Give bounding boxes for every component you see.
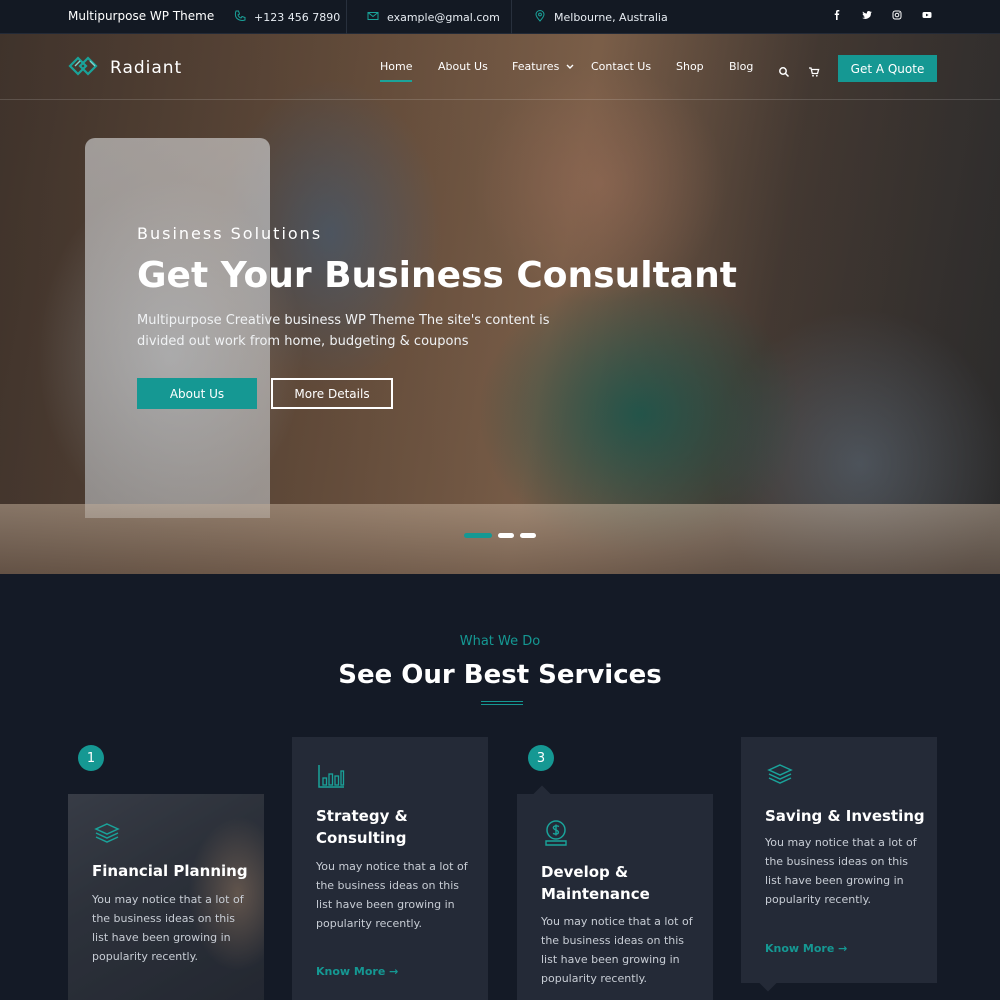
- hero-buttons: About Us More Details: [137, 378, 393, 409]
- social-links: [832, 10, 932, 20]
- layers-icon: [765, 761, 795, 791]
- service-title: Financial Planning: [92, 862, 248, 880]
- slider-dot[interactable]: [498, 533, 514, 538]
- step-number-badge: 1: [78, 745, 104, 771]
- service-description: You may notice that a lot of the busines…: [316, 860, 468, 930]
- service-title: Develop & Maintenance: [541, 863, 650, 903]
- about-us-button[interactable]: About Us: [137, 378, 257, 409]
- hero-slider: Radiant Home About Us Features Contact U…: [0, 34, 1000, 574]
- section-kicker: What We Do: [459, 634, 541, 649]
- more-details-button[interactable]: More Details: [271, 378, 393, 409]
- mail-icon: [367, 10, 379, 25]
- nav-item-blog[interactable]: Blog: [729, 60, 753, 73]
- phone-contact[interactable]: +123 456 7890: [234, 10, 340, 25]
- topbar-brand: Multipurpose WP Theme: [68, 9, 215, 23]
- location-text: Melbourne, Australia: [554, 11, 668, 24]
- service-card-strategy-consulting[interactable]: Strategy & Consulting You may notice tha…: [292, 737, 488, 1000]
- service-description: You may notice that a lot of the busines…: [541, 915, 693, 985]
- get-a-quote-button[interactable]: Get A Quote: [838, 55, 937, 82]
- service-card-saving-investing[interactable]: Saving & Investing You may notice that a…: [741, 737, 937, 983]
- nav-item-shop[interactable]: Shop: [676, 60, 704, 73]
- service-description: You may notice that a lot of the busines…: [92, 893, 244, 963]
- service-description: You may notice that a lot of the busines…: [765, 836, 917, 906]
- nav-item-home[interactable]: Home: [380, 60, 413, 82]
- dollar-coin-icon: [541, 818, 571, 848]
- hero-content: Business Solutions Get Your Business Con…: [137, 224, 737, 409]
- service-title: Strategy & Consulting: [316, 807, 408, 847]
- slider-dot[interactable]: [464, 533, 492, 538]
- phone-icon: [234, 10, 246, 25]
- know-more-link[interactable]: Know More →: [316, 965, 398, 978]
- main-navigation: Radiant Home About Us Features Contact U…: [0, 34, 1000, 100]
- step-number-badge: 3: [528, 745, 554, 771]
- title-underline: [481, 701, 523, 705]
- divider: [511, 0, 512, 34]
- search-icon[interactable]: [778, 63, 790, 78]
- slider-pagination: [464, 533, 536, 538]
- divider: [346, 0, 347, 34]
- instagram-icon[interactable]: [892, 10, 902, 20]
- slider-dot[interactable]: [520, 533, 536, 538]
- facebook-icon[interactable]: [832, 10, 842, 20]
- top-bar: Multipurpose WP Theme +123 456 7890 exam…: [0, 0, 1000, 34]
- hero-headline: Get Your Business Consultant: [137, 255, 737, 296]
- section-title: See Our Best Services: [338, 660, 662, 690]
- hero-eyebrow: Business Solutions: [137, 224, 323, 243]
- service-title: Saving & Investing: [765, 807, 925, 825]
- youtube-icon[interactable]: [922, 10, 932, 20]
- nav-item-contact-us[interactable]: Contact Us: [591, 60, 651, 73]
- know-more-link[interactable]: Know More →: [765, 942, 847, 955]
- nav-item-about-us[interactable]: About Us: [438, 60, 488, 73]
- hero-background-desk: [0, 504, 1000, 574]
- cart-icon[interactable]: [808, 63, 820, 77]
- nav-item-features-label: Features: [512, 60, 560, 73]
- chevron-down-icon: [566, 60, 574, 73]
- layers-icon: [92, 818, 122, 848]
- map-pin-icon: [534, 10, 546, 25]
- bar-chart-icon: [316, 761, 346, 791]
- phone-number: +123 456 7890: [254, 11, 341, 24]
- services-section: What We Do See Our Best Services 1 Finan…: [0, 574, 1000, 1000]
- service-card-financial-planning[interactable]: Financial Planning You may notice that a…: [68, 794, 264, 1000]
- service-card-develop-maintenance[interactable]: Develop & Maintenance You may notice tha…: [517, 794, 713, 1000]
- hero-subtext: Multipurpose Creative business WP Theme …: [137, 313, 550, 349]
- email-contact[interactable]: example@gmal.com: [367, 10, 500, 25]
- email-address: example@gmal.com: [387, 11, 500, 24]
- nav-item-features[interactable]: Features: [512, 60, 574, 73]
- twitter-icon[interactable]: [862, 10, 872, 20]
- location-contact: Melbourne, Australia: [534, 10, 668, 25]
